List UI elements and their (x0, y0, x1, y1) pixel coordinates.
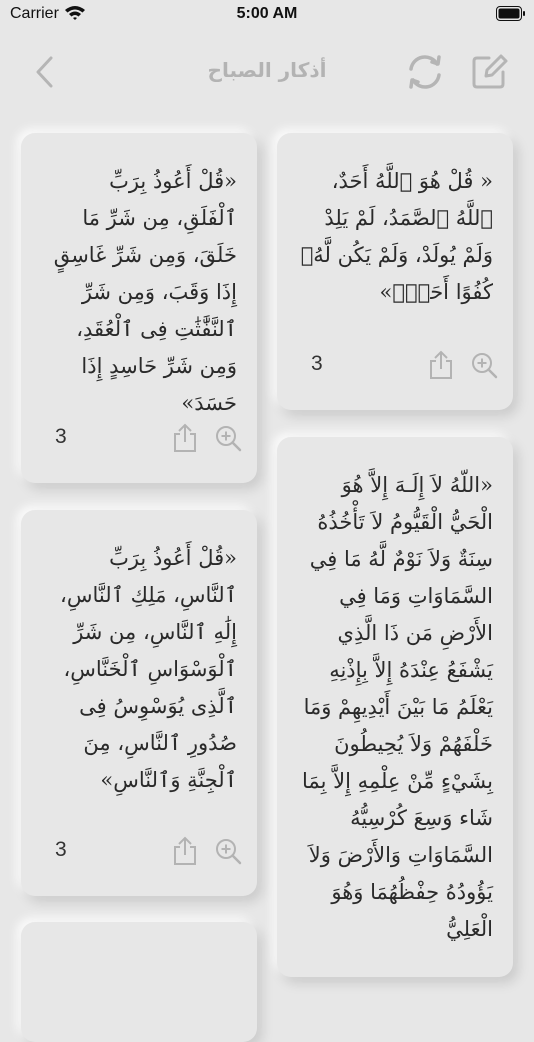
zoom-in-icon (216, 426, 242, 452)
zoom-in-icon (216, 839, 242, 865)
zikr-card[interactable]: « قُلْ هُوَ ٱللَّهُ أَحَدٌ، ٱللَّهُ ٱلصَ… (277, 133, 513, 410)
zikr-text: «قُلْ أَعُوذُ بِرَبِّ ٱلْفَلَقِ، مِن شَر… (53, 169, 237, 415)
zoom-button[interactable] (471, 350, 499, 380)
battery-icon (496, 6, 526, 21)
repeat-count: 3 (55, 425, 67, 448)
reset-button[interactable] (404, 52, 444, 92)
compose-icon (472, 54, 508, 89)
zikr-card[interactable]: «اللّهُ لاَ إِلَـهَ إِلاَّ هُوَ الْحَيُّ… (277, 437, 513, 977)
nav-bar: أذكار الصباح (0, 40, 534, 104)
share-button[interactable] (171, 836, 199, 866)
edit-button[interactable] (470, 52, 510, 92)
zoom-button[interactable] (215, 423, 243, 453)
zikr-text: «قُلْ أَعُوذُ بِرَبِّ ٱلنَّاسِ، مَلِكِ ٱ… (60, 546, 237, 792)
page-title: أذكار الصباح (207, 58, 327, 82)
share-button[interactable] (427, 350, 455, 380)
share-icon (174, 836, 196, 865)
zoom-button[interactable] (215, 836, 243, 866)
share-button[interactable] (171, 423, 199, 453)
repeat-count: 3 (55, 838, 67, 861)
zikr-card[interactable]: «قُلْ أَعُوذُ بِرَبِّ ٱلْفَلَقِ، مِن شَر… (21, 133, 257, 483)
share-icon (174, 423, 196, 452)
zikr-text: « قُلْ هُوَ ٱللَّهُ أَحَدٌ، ٱللَّهُ ٱلصَ… (300, 169, 493, 304)
repeat-count: 3 (311, 352, 323, 375)
status-bar: Carrier 5:00 AM (0, 0, 534, 30)
share-icon (430, 350, 452, 379)
zikr-card[interactable] (21, 922, 257, 1042)
zoom-in-icon (472, 353, 498, 379)
status-time: 5:00 AM (236, 5, 298, 22)
zikr-card[interactable]: «قُلْ أَعُوذُ بِرَبِّ ٱلنَّاسِ، مَلِكِ ٱ… (21, 510, 257, 896)
refresh-icon (409, 55, 441, 89)
zikr-text: «اللّهُ لاَ إِلَـهَ إِلاَّ هُوَ الْحَيُّ… (302, 473, 493, 941)
